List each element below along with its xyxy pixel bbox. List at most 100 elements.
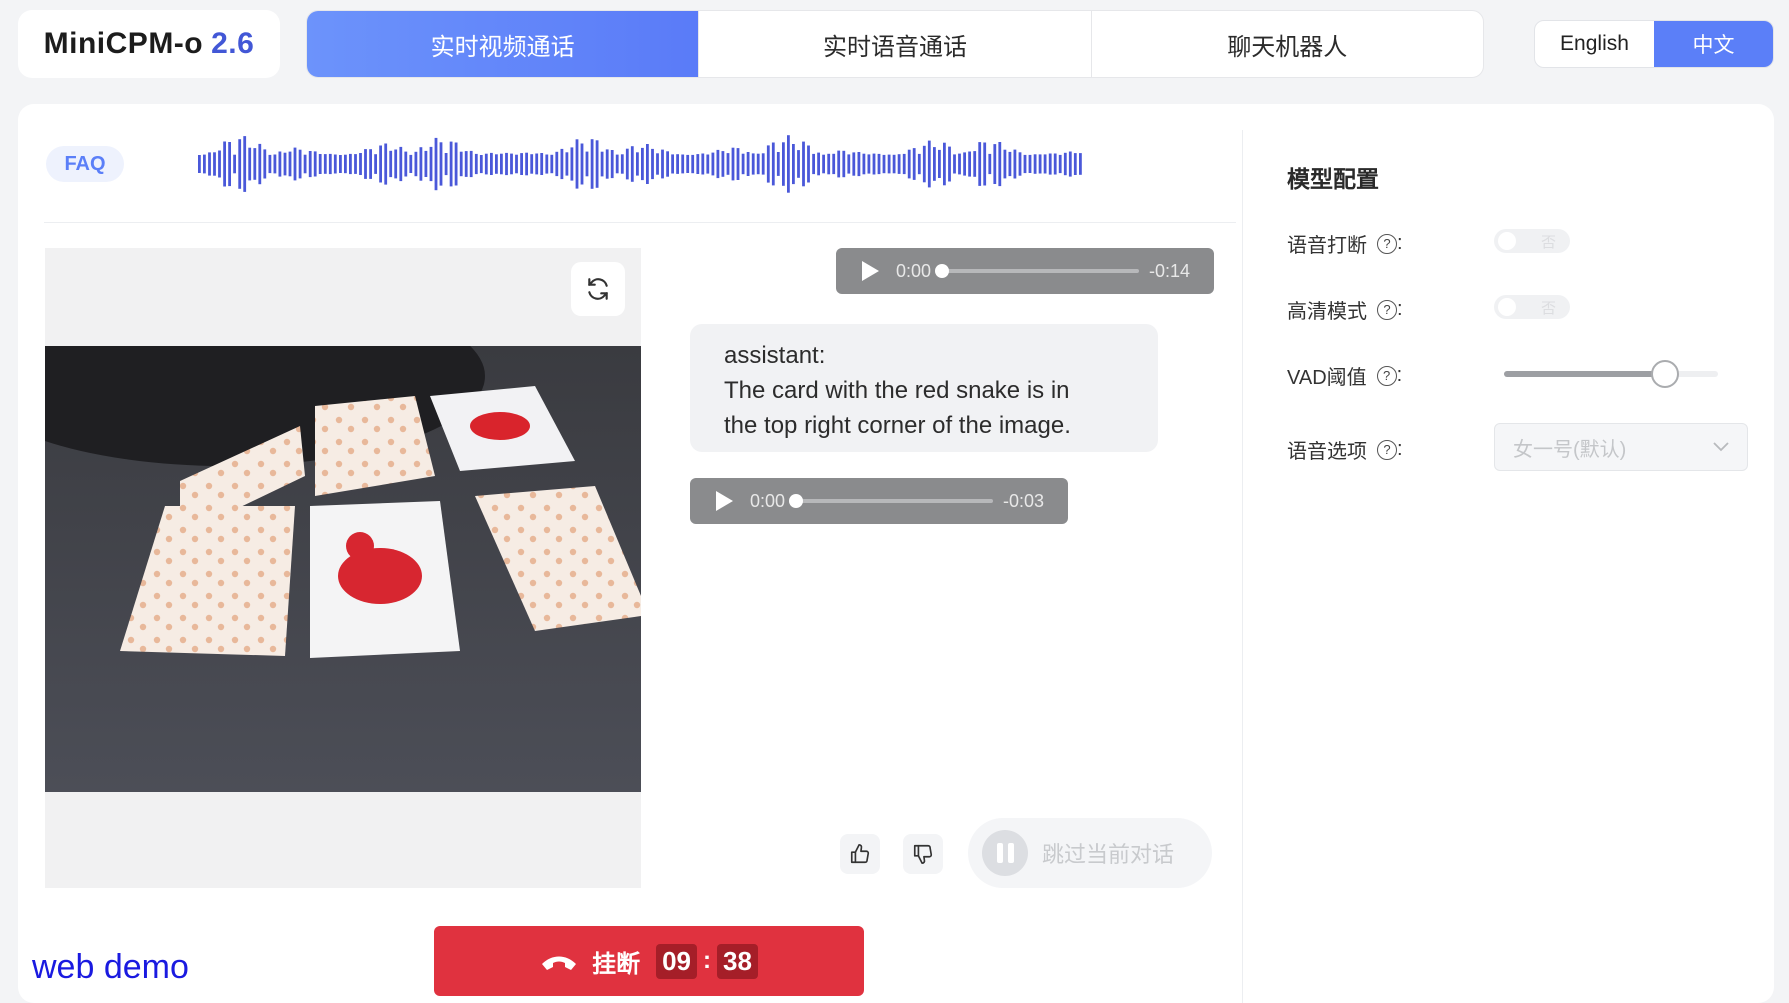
waveform-bar [943, 142, 946, 186]
waveform-bar [439, 142, 443, 186]
hd-mode-row: 高清模式 ?: [1287, 295, 1403, 324]
panel-divider-vertical [1242, 130, 1243, 1003]
hd-mode-toggle[interactable]: 否 [1494, 295, 1570, 319]
audio-progress-track[interactable] [789, 494, 993, 508]
waveform-bar [1068, 151, 1072, 177]
waveform-bar [847, 154, 851, 174]
waveform-bar [203, 154, 206, 174]
faq-button[interactable]: FAQ [46, 146, 124, 182]
waveform-bar [852, 152, 856, 176]
audio-waveform [198, 135, 1082, 193]
hangup-button[interactable]: 挂断 09 : 38 [434, 926, 864, 996]
waveform-bar [354, 154, 357, 174]
voice-option-select[interactable]: 女一号(默认) [1494, 423, 1748, 471]
audio-progress-track[interactable] [935, 264, 1139, 278]
waveform-bar [766, 145, 770, 183]
waveform-bar [641, 147, 644, 181]
pause-icon [982, 830, 1028, 876]
waveform-bar [238, 139, 242, 189]
waveform-bar [243, 136, 247, 192]
waveform-bar [560, 148, 564, 180]
waveform-bar [787, 135, 790, 193]
vad-threshold-slider[interactable] [1504, 360, 1718, 388]
waveform-bar [404, 151, 408, 177]
waveform-bar [228, 142, 231, 187]
waveform-bar [877, 153, 881, 175]
waveform-bar [701, 153, 705, 175]
waveform-bar [726, 153, 730, 175]
help-icon[interactable]: ? [1377, 439, 1397, 460]
audio-current-time: 0:00 [896, 260, 932, 281]
waveform-bar [223, 141, 226, 187]
waveform-bar [218, 150, 221, 178]
vad-threshold-label: VAD阈值 [1287, 367, 1367, 389]
waveform-bar [983, 142, 987, 186]
waveform-bar [515, 154, 518, 174]
brand-name: MiniCPM-o [43, 27, 204, 60]
voice-option-row: 语音选项 ?: [1287, 435, 1403, 464]
audio-progress-knob[interactable] [935, 264, 950, 278]
lang-english-button[interactable]: English [1535, 21, 1654, 67]
camera-flip-button[interactable] [571, 262, 625, 316]
skip-dialog-button[interactable]: 跳过当前对话 [968, 818, 1212, 888]
help-icon[interactable]: ? [1377, 233, 1397, 254]
waveform-bar [339, 155, 342, 173]
brand-logo: MiniCPM-o 2.6 [18, 10, 280, 78]
help-icon[interactable]: ? [1377, 299, 1397, 320]
play-icon[interactable] [860, 260, 880, 282]
audio-player[interactable]: 0:00 -0:03 [690, 478, 1068, 524]
help-icon[interactable]: ? [1376, 365, 1397, 386]
waveform-bar [555, 151, 559, 177]
waveform-bar [444, 153, 448, 176]
waveform-bar [978, 142, 982, 186]
waveform-bar [414, 151, 418, 177]
waveform-bar [535, 153, 539, 175]
waveform-bar [711, 152, 715, 176]
toggle-knob [1498, 232, 1516, 250]
waveform-bar [922, 145, 926, 183]
waveform-bar [318, 154, 322, 174]
waveform-bar [671, 154, 674, 174]
thumbs-up-button[interactable] [840, 834, 880, 874]
waveform-bar [993, 144, 997, 184]
lang-chinese-button[interactable]: 中文 [1654, 21, 1773, 67]
call-timer-seconds: 38 [717, 943, 758, 979]
message-line: The card with the red snake is in [724, 377, 1070, 404]
audio-progress-knob[interactable] [789, 494, 804, 508]
thumbs-down-button[interactable] [903, 834, 943, 874]
waveform-bar [454, 142, 458, 186]
audio-player[interactable]: 0:00 -0:14 [836, 248, 1214, 294]
config-title: 模型配置 [1287, 166, 1379, 192]
waveform-bar [1043, 154, 1047, 174]
waveform-bar [842, 150, 846, 178]
waveform-bar [1058, 154, 1062, 174]
call-timer-separator: : [703, 947, 711, 974]
waveform-bar [651, 148, 654, 180]
slider-knob[interactable] [1650, 360, 1679, 388]
waveform-bar [530, 154, 534, 174]
waveform-bar [399, 146, 403, 182]
waveform-bar [676, 154, 679, 174]
waveform-bar [484, 153, 488, 175]
tab-voice-call[interactable]: 实时语音通话 [699, 11, 1092, 77]
tab-video-call[interactable]: 实时视频通话 [307, 11, 700, 77]
toggle-state: 否 [1540, 299, 1556, 317]
waveform-bar [1063, 152, 1067, 176]
waveform-bar [630, 146, 634, 182]
tab-chatbot[interactable]: 聊天机器人 [1092, 11, 1483, 77]
waveform-bar [293, 147, 297, 181]
waveform-bar [666, 151, 669, 177]
waveform-bar [933, 147, 936, 181]
play-icon[interactable] [714, 490, 734, 512]
voice-interrupt-toggle[interactable]: 否 [1494, 229, 1570, 253]
waveform-bar [862, 153, 866, 175]
waveform-bar [349, 153, 352, 175]
voice-option-label: 语音选项 [1287, 441, 1367, 463]
vad-threshold-row: VAD阈值 ?: [1287, 361, 1402, 390]
waveform-bar [495, 154, 498, 174]
waveform-bar [1003, 149, 1007, 179]
waveform-bar [912, 148, 916, 180]
skip-dialog-label: 跳过当前对话 [1042, 842, 1175, 867]
panel-divider-horizontal [44, 222, 1236, 223]
waveform-bar [550, 154, 554, 174]
